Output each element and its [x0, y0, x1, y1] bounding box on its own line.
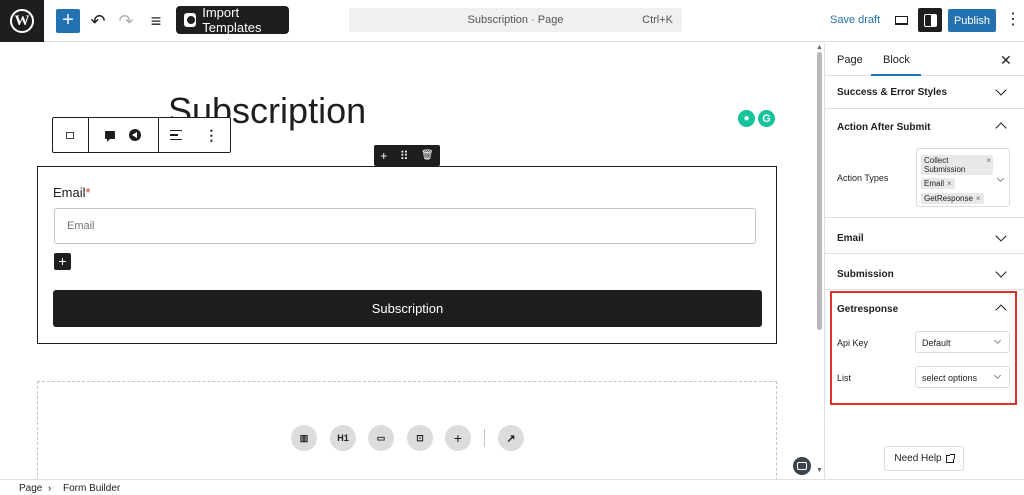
lightbulb-icon[interactable]: ● [738, 110, 755, 127]
template-logo-icon [184, 13, 197, 27]
navigate-icon[interactable] [129, 129, 142, 141]
panel-title: Submission [837, 269, 894, 280]
scroll-down-icon[interactable]: ▼ [816, 467, 823, 474]
redo-icon[interactable]: ↷ [114, 9, 138, 33]
panel-submission[interactable]: Submission [825, 254, 1024, 290]
breadcrumb-form-builder[interactable]: Form Builder [63, 483, 120, 494]
publish-button[interactable]: Publish [948, 9, 996, 32]
action-types-select[interactable]: Collect Submission × Email × GetResponse × [916, 148, 1010, 207]
wordpress-icon: W [10, 9, 34, 33]
subscription-submit-button[interactable]: Subscription [53, 290, 762, 327]
block-type-button[interactable] [53, 118, 89, 152]
external-link-icon [945, 453, 955, 463]
email-field-label: Email* [53, 185, 91, 200]
more-options-icon[interactable]: ⋮ [1005, 9, 1021, 33]
add-block-icon[interactable]: + [380, 149, 387, 163]
delete-icon[interactable]: 🗑 [421, 150, 434, 161]
need-help-label: Need Help [894, 453, 942, 464]
editor-top-bar: W + ↶ ↷ ≡ Import Templates Subscription … [0, 0, 1024, 42]
panel-email[interactable]: Email [825, 218, 1024, 254]
panel-title: Email [837, 233, 864, 244]
heading-icon[interactable]: H1 [330, 425, 356, 451]
plus-icon[interactable]: + [445, 425, 471, 451]
panel-title[interactable]: Action After Submit [837, 122, 931, 133]
block-inserter-button[interactable]: + [56, 9, 80, 33]
add-field-button[interactable]: + [54, 253, 71, 270]
form-icon[interactable]: ⊡ [407, 425, 433, 451]
chevron-down-icon [995, 266, 1007, 278]
close-icon[interactable]: ✕ [1000, 52, 1012, 69]
email-input[interactable] [54, 208, 756, 244]
preview-button[interactable] [891, 9, 911, 31]
form-block-icon [66, 131, 75, 139]
chevron-down-icon [995, 230, 1007, 242]
form-block-toolbar: + ⠿ 🗑 [374, 145, 440, 166]
breadcrumb-page[interactable]: Page [19, 483, 42, 494]
chart-icon[interactable]: ↗ [498, 425, 524, 451]
chevron-down-icon [995, 84, 1007, 96]
canvas-scrollbar[interactable] [817, 52, 822, 330]
subscription-form-block[interactable]: Email* + Subscription [37, 166, 777, 344]
drag-handle-icon[interactable]: ⠿ [400, 149, 409, 163]
tab-page[interactable]: Page [837, 54, 863, 66]
block-actions-group [89, 118, 159, 152]
align-left-icon[interactable] [170, 129, 183, 141]
block-options-icon[interactable]: ⋮ [204, 128, 218, 142]
block-toolbar: ⋮ [52, 117, 231, 153]
block-alignment-group: ⋮ [159, 118, 230, 152]
import-templates-label: Import Templates [202, 5, 262, 35]
settings-toggle-button[interactable] [918, 8, 942, 32]
remove-tag-icon[interactable]: × [976, 194, 981, 203]
tag-email: Email × [921, 178, 955, 189]
placeholder-divider [484, 429, 485, 447]
tab-block[interactable]: Block [883, 54, 910, 66]
settings-sidebar: Page Block ✕ Success & Error Styles Acti… [824, 43, 1024, 479]
editor-canvas: Subscription ⋮ ● G + ⠿ 🗑 Email* + Subscr… [0, 43, 815, 479]
save-draft-button[interactable]: Save draft [830, 14, 880, 26]
action-types-label: Action Types [837, 173, 889, 183]
highlight-annotation [830, 291, 1017, 405]
remove-tag-icon[interactable]: × [986, 156, 991, 165]
document-title: Subscription · Page [467, 14, 564, 26]
tag-label: GetResponse [924, 194, 973, 203]
need-help-button[interactable]: Need Help [884, 446, 964, 471]
block-placeholder: ▥ H1 ▭ ⊡ + ↗ [37, 381, 777, 479]
input-icon[interactable]: ▭ [368, 425, 394, 451]
breadcrumb: Page › Form Builder [0, 479, 1024, 495]
columns-icon[interactable]: ▥ [291, 425, 317, 451]
shortcut-hint: Ctrl+K [642, 14, 673, 26]
grammarly-widget[interactable]: ● G [737, 108, 777, 128]
comment-icon[interactable] [105, 131, 116, 142]
sidebar-tabs: Page Block ✕ [825, 43, 1024, 76]
tag-label: Email [924, 179, 945, 188]
tag-collect-submission: Collect Submission × [921, 155, 993, 175]
desktop-icon [894, 15, 908, 25]
scroll-up-icon[interactable]: ▲ [816, 44, 823, 51]
required-marker: * [85, 185, 91, 200]
chat-bot-icon[interactable] [793, 457, 811, 475]
tag-label: Collect Submission [924, 156, 966, 174]
undo-icon[interactable]: ↶ [86, 9, 110, 33]
tag-getresponse: GetResponse × [921, 193, 984, 204]
sidebar-panel-icon [923, 13, 937, 27]
command-palette-bar[interactable]: Subscription · Page Ctrl+K [349, 8, 682, 32]
wordpress-logo[interactable]: W [0, 0, 44, 42]
panel-success-error-styles[interactable]: Success & Error Styles [825, 76, 1024, 109]
chevron-down-icon [996, 174, 1005, 183]
import-templates-button[interactable]: Import Templates [176, 5, 289, 35]
grammarly-icon[interactable]: G [758, 110, 775, 127]
remove-tag-icon[interactable]: × [947, 179, 952, 188]
panel-title: Success & Error Styles [837, 87, 948, 98]
breadcrumb-separator-icon: › [48, 483, 52, 494]
list-view-icon[interactable]: ≡ [144, 9, 168, 33]
email-label-text: Email [53, 185, 86, 200]
chevron-up-icon[interactable] [995, 122, 1007, 134]
